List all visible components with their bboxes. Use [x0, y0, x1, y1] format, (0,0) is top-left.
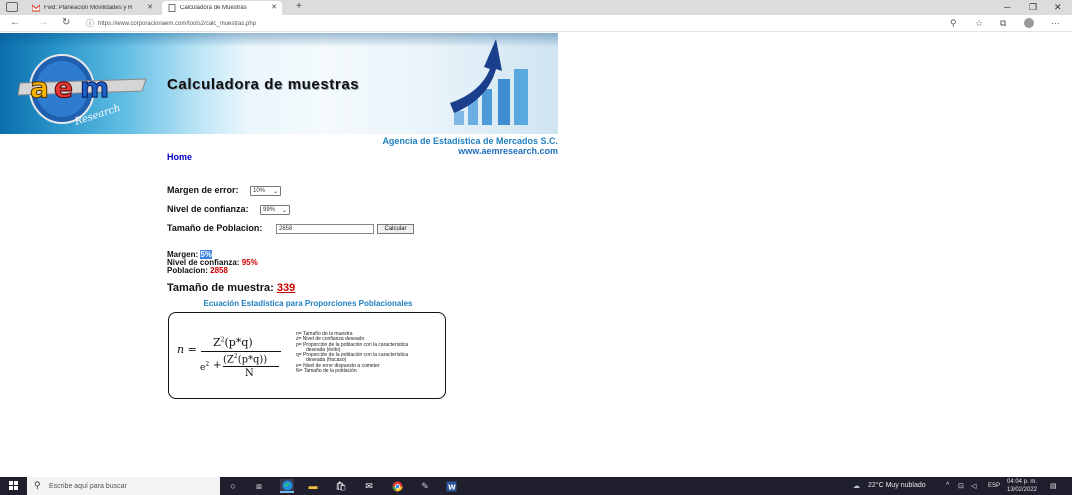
agency-url[interactable]: www.aemresearch.com	[300, 146, 558, 156]
tab-strip: Fwd: Planeación Movilidades y R ✕ Calcul…	[0, 0, 1072, 15]
app-icon[interactable]: ✎	[418, 479, 432, 493]
collections-icon[interactable]: ⧉	[1000, 18, 1006, 29]
store-icon[interactable]: 🛍	[334, 479, 348, 493]
tab-actions-icon[interactable]	[6, 2, 18, 12]
bar-graph-illustration	[440, 33, 558, 134]
agency-name: Agencia de Estadística de Mercados S.C.	[382, 136, 558, 146]
equation-title: Ecuación Estadística para Proporciones P…	[203, 299, 413, 308]
notifications-icon[interactable]: ▤	[1050, 482, 1057, 490]
more-icon[interactable]: ···	[1051, 18, 1060, 28]
page-icon	[168, 4, 176, 12]
chevron-down-icon: ⌄	[281, 208, 287, 214]
taskbar-search-placeholder: Escribe aquí para buscar	[49, 482, 127, 490]
legend-item: N= Tamaño de la población	[296, 368, 357, 375]
forward-icon[interactable]: →	[38, 17, 48, 28]
fraction-bar	[223, 366, 279, 367]
browser-toolbar: ← → ↻ ⓘ https://www.corporacionaem.com/t…	[0, 15, 1072, 32]
tab-label: Fwd: Planeación Movilidades y R	[44, 5, 132, 11]
tab-calculadora[interactable]: Calculadora de Muestras ✕	[162, 1, 282, 15]
close-icon[interactable]: ✕	[1054, 2, 1062, 13]
population-label: Tamaño de Poblacion:	[167, 223, 263, 233]
chrome-icon[interactable]	[390, 479, 404, 493]
sample-size-result: Tamaño de muestra: 339	[167, 282, 295, 294]
header-banner: a e m Research Calculadora de muestras	[0, 33, 558, 134]
svg-text:m: m	[80, 71, 109, 104]
gmail-icon	[31, 3, 41, 12]
mail-icon[interactable]: ✉	[362, 479, 376, 493]
task-view-icon[interactable]: ⧈	[252, 479, 266, 493]
back-icon[interactable]: ←	[10, 17, 20, 28]
population-input[interactable]: 2858	[276, 224, 374, 234]
confidence-select[interactable]: 99% ⌄	[260, 205, 290, 215]
close-tab-icon[interactable]: ✕	[147, 3, 153, 11]
info-icon[interactable]: ⓘ	[86, 18, 94, 29]
close-tab-icon[interactable]: ✕	[271, 3, 277, 11]
result-population: Poblacion: 2858	[167, 266, 228, 275]
calcular-button[interactable]: Calcular	[377, 224, 414, 234]
windows-taskbar: ⚲ Escribe aquí para buscar ○ ⧈ ▬ 🛍 ✉ ✎ W…	[0, 477, 1072, 495]
clock[interactable]: 04:04 p. m. 13/02/2022	[1002, 478, 1042, 494]
margin-select-value: 10%	[253, 188, 266, 194]
formula-numerator: Z2(p*q)	[213, 336, 253, 349]
tab-gmail[interactable]: Fwd: Planeación Movilidades y R ✕	[26, 1, 158, 15]
confidence-label: Nivel de confianza:	[167, 204, 249, 214]
sample-size-value: 339	[276, 282, 296, 294]
sample-size-label: Tamaño de muestra:	[167, 282, 277, 294]
page-title: Calculadora de muestras	[167, 76, 360, 93]
weather-icon: ☁	[853, 483, 860, 490]
minimize-icon[interactable]: ─	[1004, 2, 1010, 12]
language-indicator[interactable]: ESP	[988, 483, 1000, 489]
chevron-down-icon: ⌄	[272, 189, 278, 195]
read-aloud-icon[interactable]: ⚲	[950, 18, 957, 29]
file-explorer-icon[interactable]: ▬	[306, 479, 320, 493]
formula-inner-denominator: N	[245, 368, 254, 379]
favorites-icon[interactable]: ☆	[975, 18, 983, 29]
new-tab-button[interactable]: +	[296, 1, 302, 12]
clock-time: 04:04 p. m.	[1006, 479, 1038, 485]
weather-text[interactable]: 22°C Muy nublado	[868, 482, 926, 489]
formula-inner-numerator: (Z2(p*q))	[223, 353, 268, 366]
cortana-icon[interactable]: ○	[226, 479, 240, 493]
sample-size-formula: n = Z2(p*q) e2 + (Z2(p*q)) N	[169, 313, 299, 398]
address-bar[interactable]: https://www.corporacionaem.com/tools2/ca…	[98, 17, 934, 30]
margin-select[interactable]: 10% ⌄	[250, 186, 281, 196]
profile-avatar[interactable]	[1024, 18, 1034, 28]
edge-icon[interactable]	[280, 479, 294, 493]
svg-text:W: W	[448, 483, 456, 491]
search-icon: ⚲	[34, 480, 41, 490]
formula-e-squared: e2	[200, 361, 210, 373]
refresh-icon[interactable]: ↻	[62, 17, 70, 28]
chevron-up-icon[interactable]: ^	[946, 482, 949, 489]
svg-text:a: a	[30, 71, 49, 104]
margin-label: Margen de error:	[167, 185, 239, 195]
formula-plus: +	[213, 360, 222, 371]
network-icon[interactable]: ⊡	[958, 482, 964, 490]
confidence-select-value: 99%	[263, 207, 276, 213]
result-population-label: Poblacion:	[167, 266, 211, 275]
equation-box: n = Z2(p*q) e2 + (Z2(p*q)) N n= Tamaño d…	[168, 312, 446, 399]
formula-n: n =	[177, 343, 197, 356]
restore-icon[interactable]: ❐	[1029, 2, 1037, 13]
formula-legend: n= Tamaño de la muestra z= Nivel de conf…	[296, 331, 446, 375]
svg-text:e: e	[54, 71, 73, 104]
taskbar-search[interactable]: ⚲ Escribe aquí para buscar	[27, 477, 220, 495]
tab-label: Calculadora de Muestras	[180, 5, 247, 11]
result-population-value: 2858	[210, 266, 228, 275]
windows-start-icon[interactable]	[9, 481, 18, 490]
word-icon[interactable]: W	[444, 479, 458, 493]
result-confidence-value: 95%	[241, 258, 258, 267]
screen: Fwd: Planeación Movilidades y R ✕ Calcul…	[0, 0, 1072, 495]
aem-logo: a e m Research	[14, 45, 154, 134]
home-link[interactable]: Home	[167, 152, 192, 162]
clock-date: 13/02/2022	[1006, 487, 1038, 493]
volume-icon[interactable]: ◁	[971, 482, 976, 490]
fraction-bar	[201, 351, 281, 352]
